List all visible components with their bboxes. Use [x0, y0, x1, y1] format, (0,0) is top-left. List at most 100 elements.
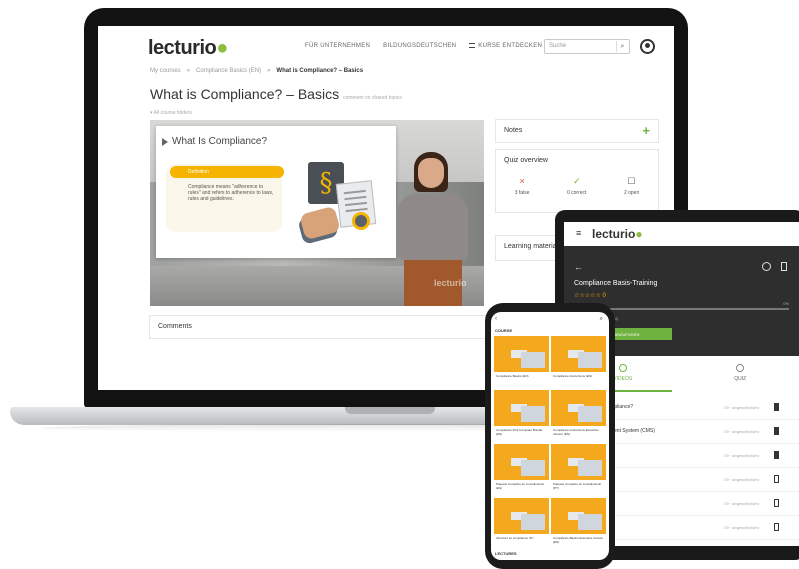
- all-course-folders-link[interactable]: ▾ All course folders: [150, 110, 192, 116]
- slide-title: What Is Compliance?: [172, 136, 268, 147]
- site-header: lecturio● FÜR UNTERNEHMEN BILDUNGSDEUTSC…: [98, 26, 674, 66]
- quiz-stat-label: 2 open: [623, 190, 640, 196]
- lecture-status: 09 · abgeschlossen: [724, 453, 759, 458]
- lecture-status: 09 · abgeschlossen: [724, 405, 759, 410]
- phone-back-icon[interactable]: ‹: [495, 316, 497, 322]
- course-thumbnail: [551, 336, 606, 372]
- phone-screen: ‹ ⌕ COURSE Compliance Basics (EN) Complia…: [491, 312, 609, 560]
- lecturio-logo[interactable]: lecturio●: [148, 37, 228, 60]
- course-card-title: Paquete Completo de Cumplimiento (PT): [553, 482, 602, 490]
- tab-quiz[interactable]: QUIZ: [682, 356, 799, 392]
- definition-text: Compliance means "adherence to rules" an…: [188, 184, 274, 202]
- phone-section-label: COURSE: [495, 328, 513, 333]
- user-avatar[interactable]: [640, 39, 655, 54]
- nav-courses-link[interactable]: KURSE ENTDECKEN: [469, 43, 542, 49]
- notes-panel[interactable]: Notes +: [496, 120, 658, 142]
- main-nav: FÜR UNTERNEHMEN BILDUNGSDEUTSCHEN KURSE …: [305, 43, 542, 49]
- quiz-stat: ☐ 2 open: [624, 176, 639, 196]
- notes-label: Notes: [504, 127, 523, 134]
- video-watermark-logo: lecturio: [434, 278, 467, 288]
- lecture-status: 09 · abgeschlossen: [724, 477, 759, 482]
- play-icon[interactable]: [162, 138, 168, 146]
- course-card-title: Compliance Instructions Executive Versio…: [553, 428, 599, 436]
- course-thumbnail: [494, 444, 549, 480]
- course-card[interactable]: Compliance Pick Complete Bundle (EN): [494, 390, 549, 442]
- quiz-stat: × 3 false: [515, 176, 530, 196]
- course-title: Compliance Basis-Training: [574, 280, 658, 287]
- video-player[interactable]: What Is Compliance? Definition Complianc…: [150, 120, 484, 306]
- add-note-icon[interactable]: +: [642, 123, 650, 138]
- course-card[interactable]: Paquete Completo de Cumplimiento (ES): [494, 444, 549, 496]
- info-icon[interactable]: [762, 262, 771, 271]
- nav-companies-link[interactable]: FÜR UNTERNEHMEN: [305, 43, 370, 49]
- tablet-logo[interactable]: lecturio●: [592, 227, 643, 241]
- definition-label: Definition: [170, 166, 284, 178]
- lecture-status: 09 · abgeschlossen: [724, 501, 759, 506]
- breadcrumb-course[interactable]: Compliance Basics (EN): [196, 68, 261, 74]
- open-icon: ☐: [627, 176, 636, 186]
- handshake-icon: [299, 205, 341, 241]
- course-thumbnail: [494, 498, 549, 534]
- progress-percent: 0%: [783, 301, 789, 306]
- tablet-header: ≡ lecturio●: [564, 222, 799, 246]
- course-card[interactable]: Istruzioni su compliance (IT): [494, 498, 549, 550]
- play-circle-icon: [618, 364, 627, 372]
- bookmark-icon[interactable]: [774, 523, 779, 531]
- course-card[interactable]: Compliance Instructions (EN): [551, 336, 606, 388]
- course-card-title: Istruzioni su compliance (IT): [496, 536, 534, 540]
- course-thumbnail: [551, 390, 606, 426]
- quiz-stat-label: 0 correct: [566, 190, 587, 196]
- bookmark-icon[interactable]: [781, 262, 787, 271]
- quiz-stat-label: 3 false: [514, 190, 530, 196]
- laptop-notch: [345, 407, 435, 414]
- course-card[interactable]: Compliance Basics Executive Version (EN): [551, 498, 606, 550]
- tab-label: QUIZ: [734, 376, 747, 382]
- nav-languages-link[interactable]: BILDUNGSDEUTSCHEN: [383, 43, 456, 49]
- quiz-overview-panel: Quiz overview × 3 false ✓ 0 correct ☐ 2 open: [496, 150, 658, 212]
- correct-icon: ✓: [572, 176, 581, 186]
- comments-label: Comments: [158, 323, 192, 330]
- quiz-stats: × 3 false ✓ 0 correct ☐ 2 open: [496, 176, 658, 196]
- seal-icon: [352, 212, 370, 230]
- rating-stars[interactable]: ☆☆☆☆☆ 0: [574, 292, 606, 299]
- course-card-title: Compliance Basics Executive Version (EN): [553, 536, 604, 544]
- search-icon[interactable]: ⌕: [616, 41, 628, 52]
- course-card-grid: Compliance Basics (EN) Compliance Instruc…: [494, 336, 606, 550]
- marketing-device-mockup: lecturio● FÜR UNTERNEHMEN BILDUNGSDEUTSC…: [0, 0, 799, 569]
- course-card-title: Compliance Basics (EN): [496, 374, 529, 378]
- bookmark-icon[interactable]: [774, 403, 779, 411]
- course-card[interactable]: Paquete Completo de Cumplimiento (PT): [551, 444, 606, 496]
- course-thumbnail: [551, 498, 606, 534]
- course-thumbnail: [551, 444, 606, 480]
- phone-search-icon[interactable]: ⌕: [600, 316, 603, 323]
- course-card[interactable]: Compliance Basics (EN): [494, 336, 549, 388]
- phone-bottom-label: LECTURES: [495, 551, 517, 556]
- question-icon: [736, 364, 745, 372]
- lecture-status: 09 · abgeschlossen: [724, 429, 759, 434]
- bookmark-icon[interactable]: [774, 451, 779, 459]
- course-card[interactable]: Compliance Instructions Executive Versio…: [551, 390, 606, 442]
- course-card-title: Paquete Completo de Cumplimiento (ES): [496, 482, 545, 490]
- bookmark-icon[interactable]: [774, 499, 779, 507]
- lecture-slide: What Is Compliance? Definition Complianc…: [156, 126, 396, 258]
- breadcrumb-my-courses[interactable]: My courses: [150, 68, 181, 74]
- search-input[interactable]: Suche ⌕: [544, 39, 630, 54]
- course-card-title: Compliance Pick Complete Bundle (EN): [496, 428, 543, 436]
- learning-material-label: Learning material: [504, 243, 559, 250]
- back-arrow-icon[interactable]: ←: [574, 262, 583, 272]
- bookmark-icon[interactable]: [774, 427, 779, 435]
- tab-label: VIDEOS: [613, 376, 633, 382]
- bookmark-icon[interactable]: [774, 475, 779, 483]
- hamburger-icon[interactable]: ≡: [576, 228, 581, 238]
- course-thumbnail: [494, 336, 549, 372]
- false-icon: ×: [519, 176, 525, 186]
- menu-icon: [469, 43, 476, 48]
- quiz-overview-label: Quiz overview: [504, 157, 548, 164]
- breadcrumb-current: What is Compliance? – Basics: [276, 68, 364, 74]
- quiz-stat: ✓ 0 correct: [567, 176, 586, 196]
- course-card-title: Compliance Instructions (EN): [553, 374, 593, 378]
- page-title: What is Compliance? – Basics comment on s…: [150, 86, 402, 102]
- lecture-status: 09 · abgeschlossen: [724, 525, 759, 530]
- breadcrumb: My courses» Compliance Basics (EN)» What…: [150, 68, 364, 74]
- course-thumbnail: [494, 390, 549, 426]
